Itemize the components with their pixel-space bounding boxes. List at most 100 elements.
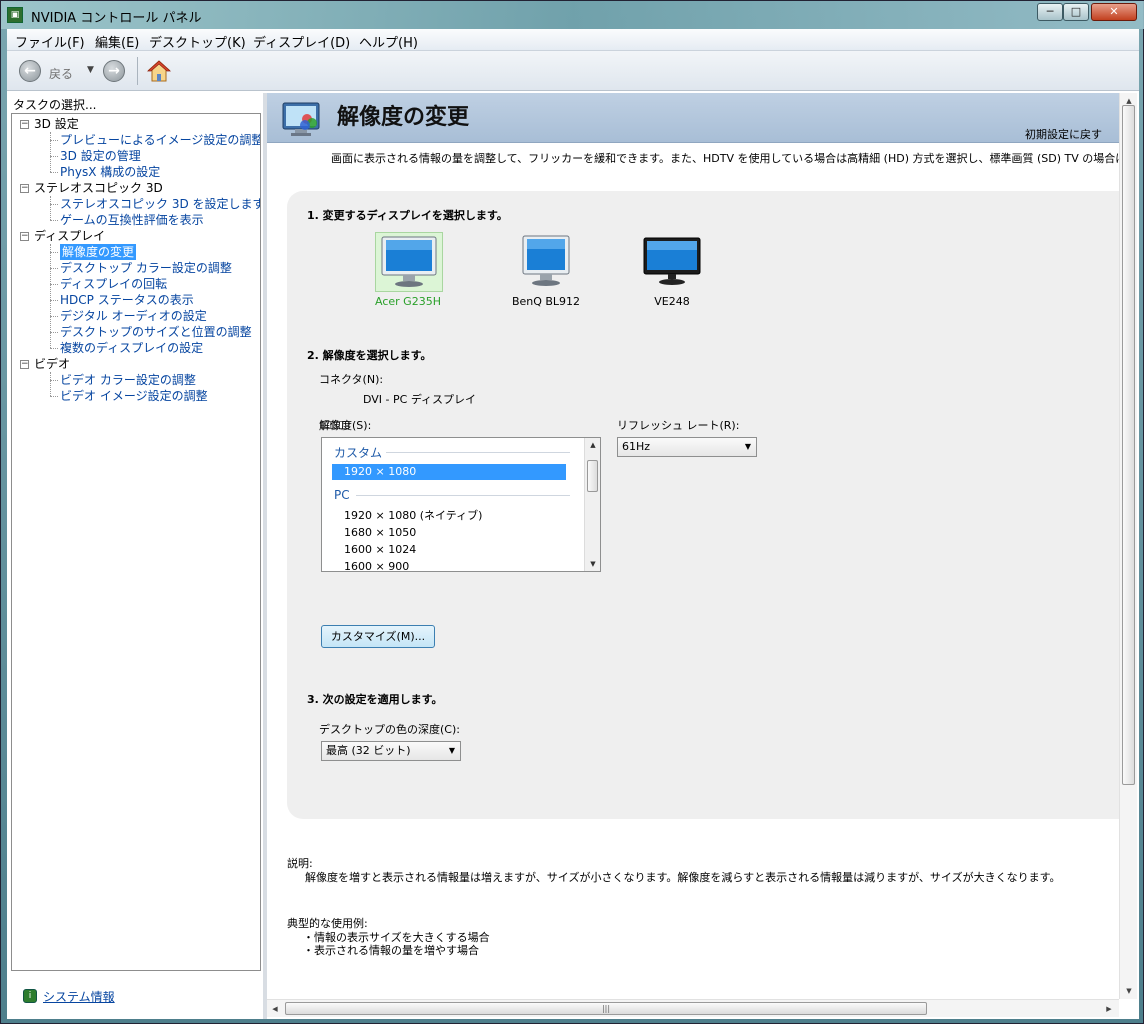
color-depth-select[interactable]: 最高 (32 ビット) ▼ [321, 741, 461, 761]
toolbar: ← 戻る ▼ → [7, 51, 1139, 91]
tree-item-stereo-setup[interactable]: ステレオスコピック 3D を設定します [60, 196, 260, 212]
connector-label: コネクタ(N): [319, 373, 384, 386]
group-pc: PC [334, 488, 350, 502]
menu-file[interactable]: ファイル(F) [15, 32, 85, 51]
tree-item-3d-manage[interactable]: 3D 設定の管理 [60, 148, 141, 164]
history-dropdown-icon[interactable]: ▼ [87, 65, 94, 75]
maximize-button[interactable]: □ [1063, 3, 1089, 21]
tree-item-desktop-color[interactable]: デスクトップ カラー設定の調整 [60, 260, 232, 276]
display-benq[interactable]: BenQ BL912 [491, 229, 601, 311]
group-divider [356, 495, 570, 496]
resolution-item[interactable]: 1680 × 1050 [332, 525, 566, 541]
vertical-scrollbar[interactable]: ▲ ▼ [1119, 93, 1137, 999]
step3-heading: 3. 次の設定を適用します。 [307, 693, 443, 706]
horizontal-scrollbar[interactable]: ◀ ||| ▶ [267, 999, 1119, 1017]
refresh-rate-value: 61Hz [622, 440, 651, 453]
tree-item-desktop-size[interactable]: デスクトップのサイズと位置の調整 [60, 324, 252, 340]
scroll-thumb[interactable] [587, 460, 598, 492]
vertical-scroll-thumb[interactable] [1122, 105, 1135, 785]
tree-line [50, 220, 58, 221]
group-divider [386, 452, 570, 453]
tree-item-digital-audio[interactable]: デジタル オーディオの設定 [60, 308, 207, 324]
display-frame [375, 232, 443, 292]
tree-item-hdcp-status[interactable]: HDCP ステータスの表示 [60, 292, 194, 308]
back-button[interactable]: ← [19, 60, 41, 82]
tree-item-rotate-display[interactable]: ディスプレイの回転 [60, 276, 167, 292]
scroll-up-icon[interactable]: ▲ [585, 438, 600, 452]
tree-item-preview-image[interactable]: プレビューによるイメージ設定の調整 [60, 132, 260, 148]
collapse-display-icon[interactable]: − [20, 232, 29, 241]
tree-line [50, 316, 58, 317]
tree-item-change-resolution[interactable]: 解像度の変更 [60, 244, 137, 260]
monitor-icon [522, 235, 570, 286]
client-area: ファイル(F) 編集(E) デスクトップ(K) ディスプレイ(D) ヘルプ(H)… [7, 29, 1139, 1019]
app-window: ▣ NVIDIA コントロール パネル ─ □ ✕ ファイル(F) 編集(E) … [0, 0, 1144, 1024]
page-title: 解像度の変更 [337, 105, 470, 130]
resolution-item[interactable]: 1600 × 1024 [332, 542, 566, 558]
display-name-ve248: VE248 [654, 295, 690, 308]
tree-item-physx[interactable]: PhysX 構成の設定 [60, 164, 160, 180]
page-description: 画面に表示される情報の量を調整して、フリッカーを緩和できます。また、HDTV を… [331, 152, 1119, 165]
customize-button[interactable]: カスタマイズ(M)... [321, 625, 435, 648]
tree-item-multi-display[interactable]: 複数のディスプレイの設定 [60, 340, 203, 356]
collapse-3d-icon[interactable]: − [20, 120, 29, 129]
collapse-stereo-icon[interactable]: − [20, 184, 29, 193]
home-icon[interactable] [147, 59, 171, 83]
menu-help[interactable]: ヘルプ(H) [359, 32, 418, 51]
content-pane: 解像度の変更 初期設定に戻す 画面に表示される情報の量を調整して、フリッカーを緩… [267, 93, 1139, 1019]
resolution-listbox[interactable]: カスタム 1920 × 1080 PC 1920 × 1080 (ネイティブ) … [321, 437, 601, 572]
tree-item-video-color[interactable]: ビデオ カラー設定の調整 [60, 372, 196, 388]
color-depth-value: 最高 (32 ビット) [326, 744, 411, 757]
monitor-icon [643, 237, 701, 285]
chevron-down-icon: ▼ [448, 746, 456, 755]
display-name-benq: BenQ BL912 [511, 295, 581, 308]
tree-category-video[interactable]: ビデオ [34, 356, 70, 372]
minimize-button[interactable]: ─ [1037, 3, 1063, 21]
tree-line [50, 268, 58, 269]
scroll-down-icon[interactable]: ▼ [585, 557, 600, 571]
tree-line [50, 332, 58, 333]
tree-category-display[interactable]: ディスプレイ [34, 228, 105, 244]
tree-category-3d[interactable]: 3D 設定 [34, 116, 79, 132]
resolution-item[interactable]: 1920 × 1080 [332, 464, 566, 480]
chevron-down-icon: ▼ [744, 442, 752, 451]
display-acer[interactable]: Acer G235H [353, 229, 463, 311]
toolbar-separator [137, 57, 138, 85]
tree-item-game-compat[interactable]: ゲームの互換性評価を表示 [60, 212, 204, 228]
nvidia-app-icon: ▣ [7, 7, 23, 23]
tree-line [50, 196, 51, 220]
forward-button[interactable]: → [103, 60, 125, 82]
resolution-item[interactable]: 1600 × 900 [332, 559, 566, 571]
menu-edit[interactable]: 編集(E) [95, 32, 139, 51]
tree-item-video-image[interactable]: ビデオ イメージ設定の調整 [60, 388, 208, 404]
resolution-item[interactable]: 1920 × 1080 (ネイティブ) [332, 508, 566, 524]
tree-category-stereo[interactable]: ステレオスコピック 3D [34, 180, 163, 196]
collapse-video-icon[interactable]: − [20, 360, 29, 369]
scroll-down-icon[interactable]: ▼ [1120, 983, 1138, 999]
listbox-scrollbar[interactable]: ▲ ▼ [584, 438, 600, 571]
scroll-left-icon[interactable]: ◀ [267, 1000, 283, 1018]
tree-line [50, 348, 58, 349]
window-title: NVIDIA コントロール パネル [31, 11, 202, 26]
monitor-icon [381, 236, 437, 287]
refresh-rate-select[interactable]: 61Hz ▼ [617, 437, 757, 457]
menu-display[interactable]: ディスプレイ(D) [253, 32, 350, 51]
back-label[interactable]: 戻る [49, 65, 73, 82]
tree-line [50, 252, 58, 253]
refresh-rate-label: リフレッシュ レート(R): [617, 419, 740, 432]
scroll-right-icon[interactable]: ▶ [1101, 1000, 1117, 1018]
display-frame [513, 232, 581, 292]
display-ve248[interactable]: VE248 [617, 229, 727, 311]
system-info-link[interactable]: システム情報 [43, 988, 115, 1005]
close-button[interactable]: ✕ [1091, 3, 1137, 21]
menu-bar: ファイル(F) 編集(E) デスクトップ(K) ディスプレイ(D) ヘルプ(H) [7, 29, 1139, 51]
tree-line [50, 380, 58, 381]
display-frame [639, 232, 707, 292]
horizontal-scroll-thumb[interactable]: ||| [285, 1002, 927, 1015]
info-icon: i [23, 989, 37, 1003]
tree-line [50, 172, 58, 173]
tree-line [50, 300, 58, 301]
menu-desktop[interactable]: デスクトップ(K) [149, 32, 246, 51]
restore-defaults-link[interactable]: 初期設定に戻す [1025, 126, 1102, 142]
title-bar[interactable]: ▣ NVIDIA コントロール パネル ─ □ ✕ [1, 1, 1144, 29]
